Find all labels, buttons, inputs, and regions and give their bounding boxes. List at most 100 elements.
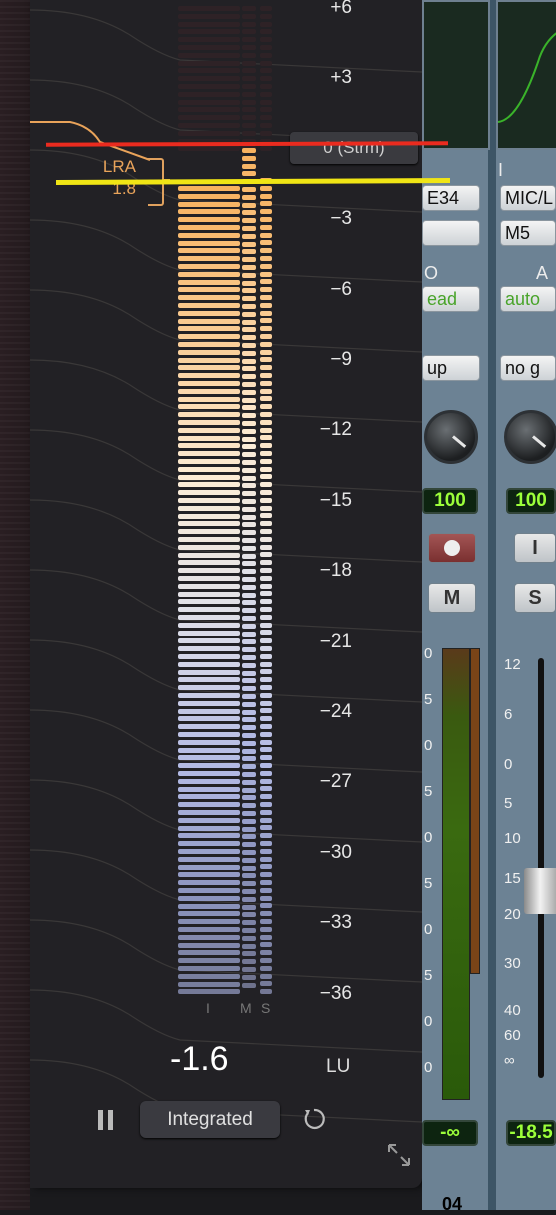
meter-segment-s [260,380,272,386]
target-tag[interactable]: 0 (Strm) [290,132,418,164]
eq-display-2 [496,0,556,150]
pan-readout-1[interactable]: 100 [422,488,478,514]
meter-segment-off [260,76,272,82]
solo-button-2[interactable]: S [514,583,556,613]
scale-label: −36 [319,982,352,1004]
meter-segment-off [178,91,240,97]
meter-segment-m [242,631,256,637]
insert-select-2[interactable]: M5 [500,220,556,246]
mute-button-1[interactable]: M [428,583,476,613]
meter-segment-off [242,45,256,50]
meter-segment-off [260,37,272,43]
meter-segment-m [242,623,256,629]
meter-segment-i [178,919,240,925]
meter-segment-i [178,630,240,636]
meter-segment-m [242,522,256,528]
meter-segment-s [260,302,272,308]
meter-segment-s [260,287,272,293]
meter-segment-s [260,677,272,683]
meter-segment-i [178,934,240,940]
pan-knob-2[interactable] [504,410,556,464]
meter-segment-i [178,256,240,262]
level-meter-1b [470,648,480,974]
meter-segment-i [178,342,240,347]
meter-segment-i [178,186,240,191]
meter-segment-i [178,950,240,956]
meter-segment-s [260,295,272,300]
meter-segment-s [260,669,272,675]
pause-icon[interactable] [98,1110,114,1130]
group-select-1[interactable]: up [422,355,480,381]
meter-segment-i [178,357,240,363]
meter-segment-m [242,935,256,941]
meter-segment-off [242,84,256,89]
meter-segment-i [178,708,240,714]
meter-segment-off [260,29,272,35]
meter-segment-off [242,60,256,66]
meter-segment-m [242,280,256,286]
meter-segment-s [260,201,272,207]
pan-knob-1[interactable] [424,410,478,464]
group-select-2[interactable]: no g [500,355,556,381]
meter-segment-s [260,809,272,815]
meter-segment-off [178,115,240,121]
insert-select-1b[interactable] [422,220,480,246]
volume-readout-2[interactable]: -18.5 [506,1120,556,1146]
meter-segment-m [242,834,256,840]
meter-segment-m [242,194,256,200]
automation-select-2[interactable]: auto [500,286,556,312]
record-button-1[interactable] [428,533,476,563]
eq-display-1 [422,0,490,150]
meter-segment-i [178,973,240,979]
meter-segment-s [260,490,272,495]
meter-segment-s [260,544,272,550]
meter-segment-m [242,210,256,216]
pan-readout-2[interactable]: 100 [506,488,556,514]
meter-segment-s [260,529,272,534]
meter-segment-m [242,506,256,512]
reset-icon[interactable] [302,1107,326,1131]
mode-button[interactable]: Integrated [140,1101,280,1138]
meter-segment-s [260,685,272,690]
fader-scale-tick: 60 [504,1027,521,1044]
meter-segment-m [242,202,256,208]
meter-segment-m [242,772,256,777]
meter-segment-m [242,608,256,614]
meter-segment-i [178,271,240,277]
meter-segment-m [242,584,256,590]
meter-segment-i [178,810,240,815]
meter-segment-off [260,52,272,58]
meter-segment-i [178,537,240,542]
meter-segment-m [242,421,256,426]
meter-segment-off [178,99,240,105]
meter-segment-i [178,521,240,527]
meter-segment-s [260,591,272,597]
meter-segment-m [242,795,256,801]
meter-segment-m [242,818,256,824]
scale-label: −27 [319,771,352,793]
insert-select-1[interactable]: E34 [422,185,480,211]
meter-segment-s [260,950,272,956]
meter-segment-s [260,521,272,527]
volume-fader[interactable] [524,868,556,914]
input-button-2[interactable]: I [514,533,556,563]
volume-readout-1[interactable]: -∞ [422,1120,478,1146]
meter-segment-m [242,288,256,294]
meter-segment-i [178,693,240,698]
meter-segment-m [242,187,256,192]
input-select-2[interactable]: MIC/L [500,185,556,211]
meter-segment-s [260,193,272,199]
mixer-strip-2: I MIC/L M5 A auto no g 100 I S 12 6 0 5 10 15… [496,0,556,1210]
meter-segment-i [178,724,240,730]
meter-segment-off [178,21,240,27]
meter-segment-i [178,318,240,324]
meter-segment-i [178,786,240,792]
meter-segment-i [178,654,240,659]
automation-select-1[interactable]: ead [422,286,480,312]
expand-icon[interactable] [386,1142,412,1168]
meter-segment-i [178,498,240,503]
meter-segment-m [242,678,256,684]
scale-label: −6 [330,278,352,300]
meter-segment-m [242,717,256,723]
meter-segment-m [242,662,256,668]
